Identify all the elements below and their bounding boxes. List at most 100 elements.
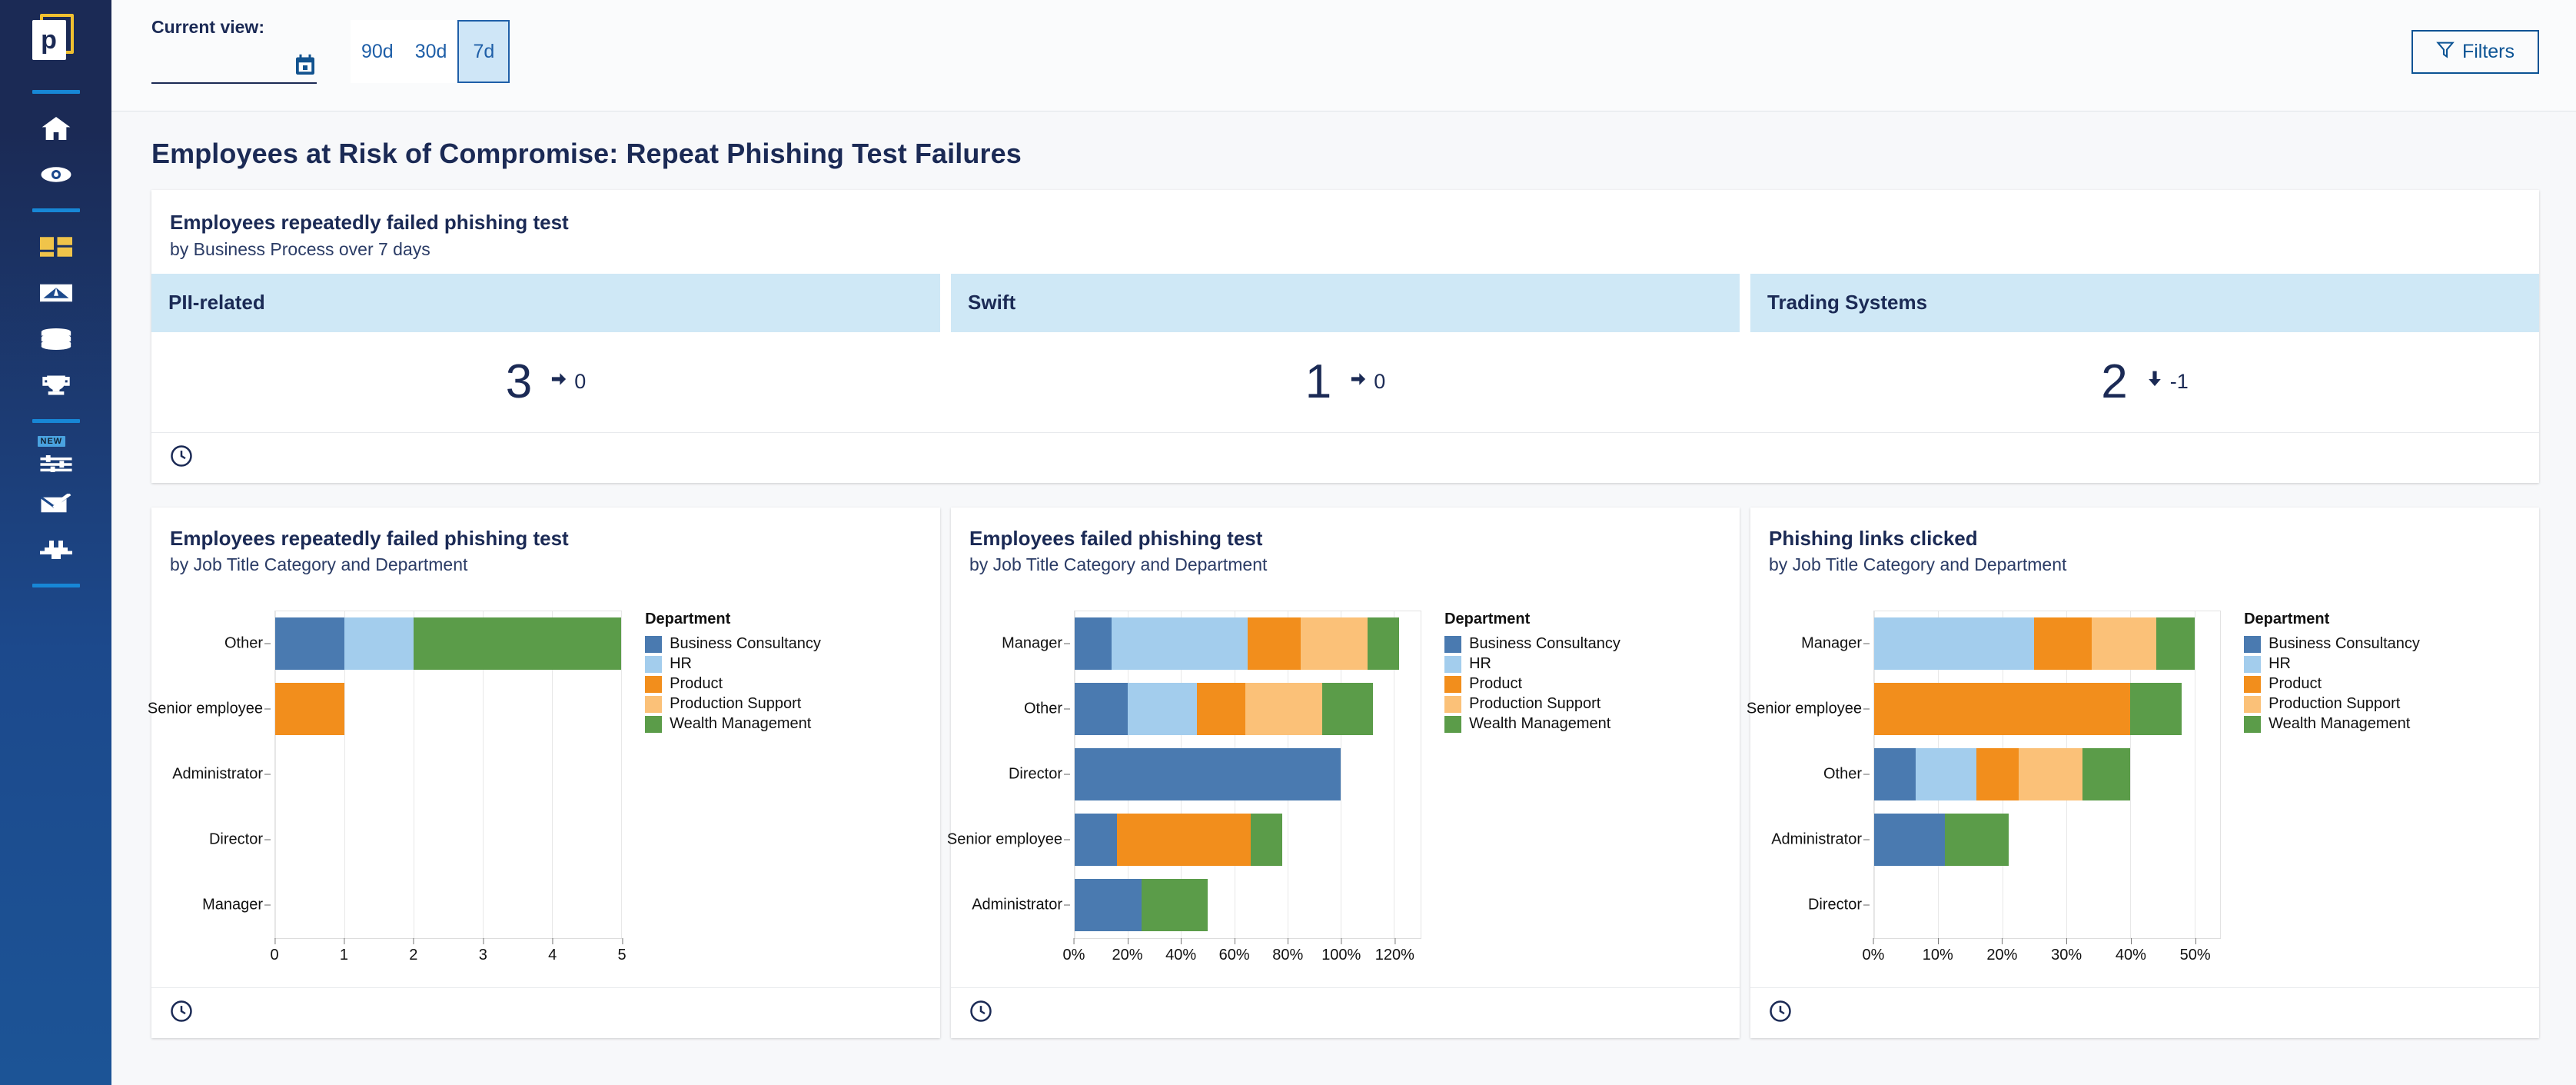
sidebar-item-dashboards[interactable] <box>32 225 80 269</box>
range-button-30d[interactable]: 30d <box>404 20 458 83</box>
sidebar-item-integrations[interactable] <box>32 528 80 572</box>
bar-segment[interactable] <box>1976 748 2018 800</box>
legend-item[interactable]: Business Consultancy <box>2244 635 2539 653</box>
legend-item[interactable]: Business Consultancy <box>645 635 940 653</box>
stacked-bar <box>1874 683 2182 735</box>
legend-item[interactable]: Wealth Management <box>1444 715 1740 733</box>
bar-segment[interactable] <box>1248 617 1301 670</box>
stacked-bar <box>1075 879 1208 931</box>
plot: ManagerSenior employeeOtherAdministrator… <box>1750 592 2539 987</box>
bar-row[interactable] <box>275 879 621 931</box>
bar-segment[interactable] <box>2019 748 2082 800</box>
range-button-90d[interactable]: 90d <box>351 20 404 83</box>
legend-item[interactable]: HR <box>2244 655 2539 673</box>
bar-row[interactable] <box>1075 683 1421 735</box>
bar-row[interactable] <box>1874 683 2220 735</box>
bar-row[interactable] <box>1874 814 2220 866</box>
bar-segment[interactable] <box>1945 814 2009 866</box>
bar-segment[interactable] <box>1874 748 1916 800</box>
legend-item[interactable]: Product <box>1444 675 1740 693</box>
bar-row[interactable] <box>1075 814 1421 866</box>
legend-item[interactable]: Production Support <box>2244 695 2539 713</box>
range-button-7d[interactable]: 7d <box>457 20 510 83</box>
bar-segment[interactable] <box>1075 683 1128 735</box>
clock-icon[interactable] <box>170 1000 193 1027</box>
bar-segment[interactable] <box>414 617 621 670</box>
stacked-bar <box>275 683 344 735</box>
bar-segment[interactable] <box>2156 617 2195 670</box>
sidebar-item-data-sources[interactable] <box>32 271 80 315</box>
legend-item[interactable]: Product <box>2244 675 2539 693</box>
bar-row[interactable] <box>275 683 621 735</box>
bar-row[interactable] <box>1075 748 1421 800</box>
bar-segment[interactable] <box>1301 617 1368 670</box>
bar-row[interactable] <box>1874 617 2220 670</box>
bar-segment[interactable] <box>1112 617 1248 670</box>
x-axis-tick-label: 1 <box>340 938 348 964</box>
bar-row[interactable] <box>1075 879 1421 931</box>
bar-row[interactable] <box>1075 617 1421 670</box>
bar-segment[interactable] <box>1075 814 1117 866</box>
bar-row[interactable] <box>275 814 621 866</box>
bar-row[interactable] <box>275 617 621 670</box>
bar-segment[interactable] <box>1075 748 1341 800</box>
app-logo[interactable]: p <box>32 14 80 69</box>
x-axis-tick-label: 20% <box>1986 938 2017 964</box>
bar-segment[interactable] <box>1368 617 1400 670</box>
bar-segment[interactable] <box>1874 814 1945 866</box>
filter-icon <box>2436 40 2455 64</box>
bar-segment[interactable] <box>1142 879 1208 931</box>
calendar-icon[interactable] <box>294 54 317 81</box>
bar-segment[interactable] <box>1128 683 1197 735</box>
page-title: Employees at Risk of Compromise: Repeat … <box>151 138 2539 170</box>
x-axis-tick-label: 60% <box>1219 938 1250 964</box>
legend-item[interactable]: Product <box>645 675 940 693</box>
legend-item[interactable]: Production Support <box>1444 695 1740 713</box>
sidebar-item-achievements[interactable] <box>32 363 80 408</box>
legend-title: Department <box>1444 611 1740 628</box>
bar-segment[interactable] <box>2082 748 2131 800</box>
bar-segment[interactable] <box>1251 814 1283 866</box>
legend-item[interactable]: Business Consultancy <box>1444 635 1740 653</box>
filters-button[interactable]: Filters <box>2411 30 2539 74</box>
chart-plot-area[interactable]: OtherSenior employeeAdministratorDirecto… <box>151 578 940 987</box>
bar-segment[interactable] <box>1916 748 1976 800</box>
bar-segment[interactable] <box>1245 683 1322 735</box>
bar-segment[interactable] <box>2092 617 2156 670</box>
sidebar-item-visibility[interactable] <box>32 152 80 197</box>
chart-plot-area[interactable]: ManagerOtherDirectorSenior employeeAdmin… <box>951 578 1740 987</box>
sidebar-item-controls[interactable]: NEW <box>32 435 80 480</box>
chart-plot-area[interactable]: ManagerSenior employeeOtherAdministrator… <box>1750 578 2539 987</box>
clock-icon[interactable] <box>1769 1000 1792 1027</box>
date-range-input[interactable] <box>151 55 317 84</box>
bar-segment[interactable] <box>1874 683 2130 735</box>
legend-item[interactable]: HR <box>645 655 940 673</box>
stacked-bar <box>275 617 621 670</box>
bar-segment[interactable] <box>1322 683 1373 735</box>
bar-segment[interactable] <box>1117 814 1250 866</box>
bar-segment[interactable] <box>2130 683 2182 735</box>
bar-segment[interactable] <box>1874 617 2034 670</box>
clock-icon[interactable] <box>170 444 193 471</box>
legend-item[interactable]: Production Support <box>645 695 940 713</box>
legend-swatch <box>1444 696 1461 713</box>
y-axis-tick-label: Director <box>209 830 263 848</box>
bar-segment[interactable] <box>1075 879 1142 931</box>
sidebar-item-home[interactable] <box>32 106 80 151</box>
legend-item[interactable]: HR <box>1444 655 1740 673</box>
bar-segment[interactable] <box>275 617 344 670</box>
sidebar-item-datasets[interactable] <box>32 317 80 361</box>
legend-item[interactable]: Wealth Management <box>2244 715 2539 733</box>
main-area: Current view: 90d 30d <box>111 0 2576 1085</box>
legend-item[interactable]: Wealth Management <box>645 715 940 733</box>
bar-row[interactable] <box>1874 748 2220 800</box>
bar-segment[interactable] <box>344 617 414 670</box>
bar-segment[interactable] <box>2034 617 2092 670</box>
sidebar-item-tasks[interactable] <box>32 481 80 526</box>
clock-icon[interactable] <box>969 1000 992 1027</box>
bar-row[interactable] <box>1874 879 2220 931</box>
bar-segment[interactable] <box>1075 617 1112 670</box>
bar-segment[interactable] <box>1197 683 1245 735</box>
bar-segment[interactable] <box>275 683 344 735</box>
bar-row[interactable] <box>275 748 621 800</box>
